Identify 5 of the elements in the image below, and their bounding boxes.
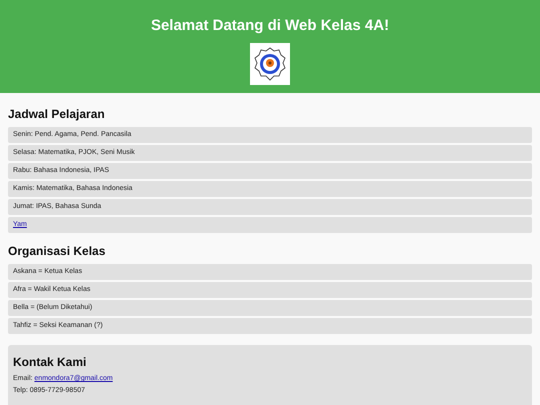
contact-heading: Kontak Kami (13, 355, 88, 369)
page-title: Selamat Datang di Web Kelas 4A! (150, 17, 390, 35)
section-heading: Organisasi Kelas (8, 244, 106, 258)
section-heading: Jadwal Pelajaran (8, 107, 106, 121)
school-logo (249, 43, 291, 85)
